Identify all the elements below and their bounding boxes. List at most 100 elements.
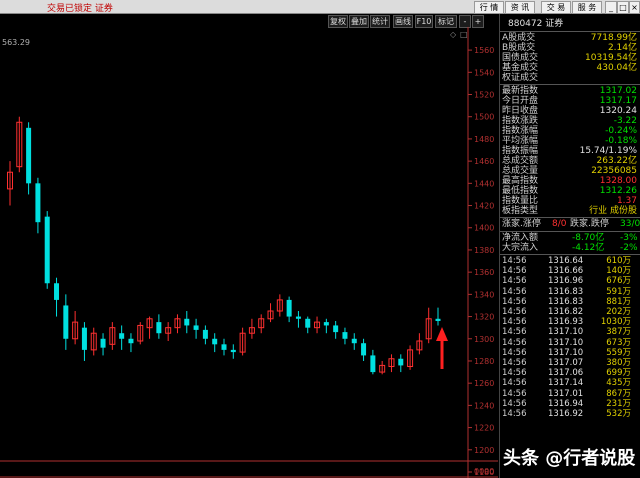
toggle-icon: □ <box>460 30 468 39</box>
axis-tick-label: 1360 <box>474 268 494 277</box>
candle-body <box>54 283 60 300</box>
candle-body <box>370 355 376 373</box>
axis-tick-label: 1280 <box>474 357 494 366</box>
title-bar: 交易已锁定 证券 行 情 资 讯 交 易 服 务 _ □ × <box>0 0 640 14</box>
axis-tick-label: 1500 <box>474 113 494 122</box>
candle-body <box>361 343 367 356</box>
minimize-icon[interactable]: _ <box>605 1 617 14</box>
maximize-icon[interactable]: □ <box>617 1 629 14</box>
axis-tick-label: 1260 <box>474 379 494 388</box>
divider <box>500 254 640 255</box>
row-label: 板指类型 <box>502 206 539 216</box>
candle-body <box>63 305 69 339</box>
tick-vol: 676万 <box>606 276 631 287</box>
candle-body <box>44 216 50 284</box>
axis-tick-label: 1440 <box>474 179 494 188</box>
candle-body <box>119 333 125 339</box>
row-value: 行业 成份股 <box>589 206 637 216</box>
tick-p: 1317.10 <box>548 347 584 358</box>
flow-row: 大宗流入 -4.12亿 -2% <box>502 243 639 254</box>
tick-row: 14:56 1316.92 532万 <box>502 409 639 419</box>
tick-p: 1317.14 <box>548 378 584 389</box>
tick-row: 14:56 1317.10 387万 <box>502 327 639 337</box>
axis-tick-label: 1540 <box>474 68 494 77</box>
quote-button[interactable]: 行 情 <box>474 1 504 14</box>
flow-text: -4.12亿 <box>572 243 605 253</box>
tick-t: 14:56 <box>502 368 527 379</box>
tick-row: 14:56 1316.94 231万 <box>502 399 639 409</box>
tick-vol: 1030万 <box>600 317 631 328</box>
tick-row: 14:56 1316.93 1030万 <box>502 317 639 327</box>
candlestick-chart[interactable]: 1560 1540 1520 1500 1480 1460 1440 1420 1400 1380… <box>0 27 498 478</box>
candle-body <box>128 338 134 344</box>
tick-vol: 591万 <box>606 286 631 297</box>
tick-t: 14:56 <box>502 398 527 409</box>
candle-body <box>305 318 311 328</box>
tick-row: 14:56 1316.83 881万 <box>502 297 639 307</box>
tick-t: 14:56 <box>502 256 527 266</box>
service-button[interactable]: 服 务 <box>572 1 602 14</box>
tick-row: 14:56 1316.66 140万 <box>502 266 639 276</box>
tick-row: 14:56 1317.01 867万 <box>502 389 639 399</box>
candle-body <box>212 338 218 345</box>
trade-button[interactable]: 交 易 <box>541 1 571 14</box>
tick-t: 14:56 <box>502 327 527 338</box>
tick-vol: 202万 <box>606 307 631 317</box>
candle-body <box>295 316 301 319</box>
tick-vol: 881万 <box>606 296 631 307</box>
candle-body <box>156 322 162 334</box>
tick-t: 14:56 <box>502 266 527 277</box>
candle-body <box>184 318 190 326</box>
tick-t: 14:56 <box>502 307 527 317</box>
candle-body <box>351 338 357 344</box>
index-code: 880472 证券 <box>508 19 564 29</box>
tick-row: 14:56 1316.96 676万 <box>502 276 639 286</box>
candle-body <box>286 299 292 317</box>
divider <box>500 231 640 232</box>
candle-body <box>100 338 106 348</box>
tick-row: 14:56 1316.83 591万 <box>502 287 639 297</box>
tick-row: 14:56 1317.06 699万 <box>502 368 639 378</box>
window-title: 交易已锁定 证券 <box>47 4 113 14</box>
settings-icon: ◇ <box>450 30 457 39</box>
watermark: 头条 @行者说股 <box>503 448 636 469</box>
news-button[interactable]: 资 讯 <box>505 1 535 14</box>
volume-row: 权证成交 <box>502 73 639 84</box>
tick-p: 1316.64 <box>548 256 584 266</box>
updown-text: 涨家.涨停 <box>502 219 541 229</box>
tick-p: 1317.10 <box>548 327 584 338</box>
tick-vol: 140万 <box>606 266 631 277</box>
candle-body <box>81 327 87 350</box>
tick-vol: 867万 <box>606 388 631 399</box>
tick-p: 1316.83 <box>548 296 584 307</box>
axis-tick-label: 1480 <box>474 135 494 144</box>
candle-body <box>333 325 339 333</box>
candle-body <box>221 344 227 350</box>
tick-p: 1316.94 <box>548 398 584 409</box>
stat-row: 板指类型 行业 成份股 <box>502 206 639 217</box>
tick-t: 14:56 <box>502 276 527 287</box>
candle-body <box>26 127 32 184</box>
tick-p: 1316.93 <box>548 317 584 328</box>
updown-text: 跌家.跌停 <box>570 219 609 229</box>
tick-vol: 387万 <box>606 327 631 338</box>
tick-row: 14:56 1316.82 202万 <box>502 307 639 317</box>
tick-t: 14:56 <box>502 409 527 419</box>
axis-tick-label: 1220 <box>474 424 494 433</box>
close-icon[interactable]: × <box>629 1 640 14</box>
tick-p: 1316.83 <box>548 286 584 297</box>
tick-p: 1317.06 <box>548 368 584 379</box>
divider <box>500 31 640 32</box>
tick-vol: 699万 <box>606 368 631 379</box>
updown-row: 涨家.涨停 8/0 跌家.跌停 33/0 <box>502 219 640 230</box>
axis-tick-label: 1200 <box>474 446 494 455</box>
tick-row: 14:56 1316.64 610万 <box>502 256 639 266</box>
tick-t: 14:56 <box>502 388 527 399</box>
candle-body <box>323 322 329 326</box>
flow-text: 大宗流入 <box>502 243 539 253</box>
tick-p: 1316.92 <box>548 409 584 419</box>
updown-text: 8/0 <box>552 219 567 229</box>
candle-body <box>342 332 348 339</box>
tick-vol: 231万 <box>606 398 631 409</box>
candle-body <box>435 318 441 322</box>
